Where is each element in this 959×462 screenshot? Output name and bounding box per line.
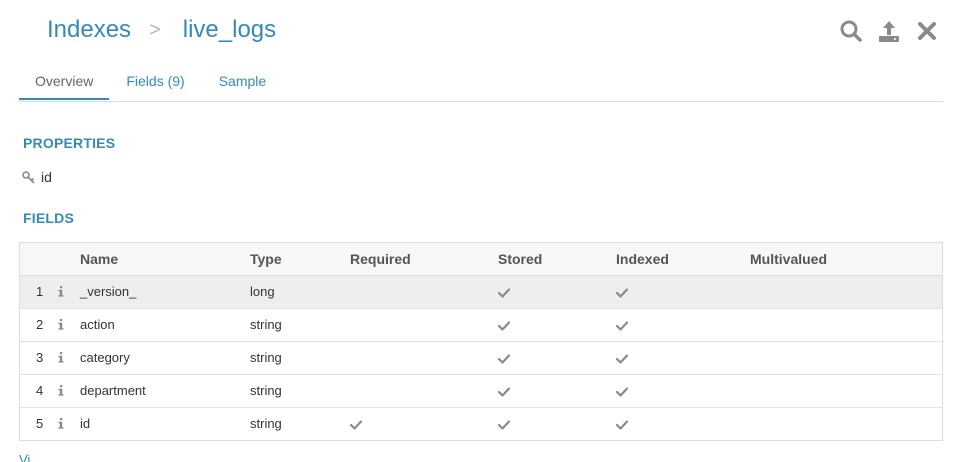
tab-fields[interactable]: Fields (9) <box>109 64 201 100</box>
table-row[interactable]: 4 department string <box>20 375 942 408</box>
upload-icon <box>879 21 899 42</box>
table-row[interactable]: 3 category string <box>20 342 942 375</box>
fields-table: Name Type Required Stored Indexed Multiv… <box>19 242 943 441</box>
search-icon <box>840 20 862 42</box>
check-icon <box>615 319 629 334</box>
check-icon <box>497 352 511 367</box>
field-name: id <box>80 416 91 431</box>
table-header: Name Type Required Stored Indexed Multiv… <box>20 243 942 276</box>
info-icon[interactable] <box>58 318 64 333</box>
column-header-indexed[interactable]: Indexed <box>616 251 669 267</box>
tab-bar: Overview Fields (9) Sample <box>19 64 943 102</box>
field-type: long <box>250 284 275 299</box>
key-icon <box>22 170 35 184</box>
column-header-multivalued[interactable]: Multivalued <box>750 251 827 267</box>
field-type: string <box>250 416 282 431</box>
table-row[interactable]: 5 id string <box>20 408 942 440</box>
check-icon <box>615 385 629 400</box>
breadcrumb-root-link[interactable]: Indexes <box>47 16 131 44</box>
row-number: 2 <box>36 317 44 332</box>
field-type: string <box>250 317 282 332</box>
info-icon[interactable] <box>58 384 64 399</box>
properties-heading: PROPERTIES <box>23 135 116 151</box>
check-icon <box>615 286 629 301</box>
row-number: 5 <box>36 416 44 431</box>
upload-button[interactable] <box>877 19 901 43</box>
check-icon <box>615 352 629 367</box>
view-link[interactable]: Vi <box>19 452 30 462</box>
breadcrumb: Indexes > live_logs <box>47 16 276 44</box>
tab-sample[interactable]: Sample <box>202 64 283 100</box>
table-row[interactable]: 1 _version_ long <box>20 276 942 309</box>
row-number: 4 <box>36 383 44 398</box>
close-button[interactable] <box>915 19 939 43</box>
info-icon[interactable] <box>58 285 64 300</box>
check-icon <box>497 286 511 301</box>
check-icon <box>497 319 511 334</box>
search-button[interactable] <box>839 19 863 43</box>
field-name: department <box>80 383 146 398</box>
index-detail-page: Indexes > live_logs Overview Fields (9) … <box>0 0 959 462</box>
field-name: action <box>80 317 115 332</box>
info-icon[interactable] <box>58 351 64 366</box>
column-header-stored[interactable]: Stored <box>498 251 542 267</box>
check-icon <box>349 418 363 433</box>
field-type: string <box>250 383 282 398</box>
column-header-name[interactable]: Name <box>80 251 118 267</box>
tab-overview[interactable]: Overview <box>19 64 110 100</box>
row-number: 1 <box>36 284 44 299</box>
table-body: 1 _version_ long 2 action string 3 category stri… <box>20 276 942 440</box>
breadcrumb-separator: > <box>149 18 161 41</box>
property-item: id <box>22 169 52 185</box>
column-header-required[interactable]: Required <box>350 251 411 267</box>
breadcrumb-current: live_logs <box>182 16 277 43</box>
field-name: category <box>80 350 130 365</box>
check-icon <box>497 385 511 400</box>
table-row[interactable]: 2 action string <box>20 309 942 342</box>
column-header-type[interactable]: Type <box>250 251 282 267</box>
header-actions <box>839 19 939 43</box>
fields-heading: FIELDS <box>23 210 74 226</box>
check-icon <box>497 418 511 433</box>
row-number: 3 <box>36 350 44 365</box>
info-icon[interactable] <box>58 417 64 432</box>
close-icon <box>918 22 936 40</box>
check-icon <box>615 418 629 433</box>
property-label: id <box>41 169 52 185</box>
field-type: string <box>250 350 282 365</box>
field-name: _version_ <box>80 284 137 299</box>
